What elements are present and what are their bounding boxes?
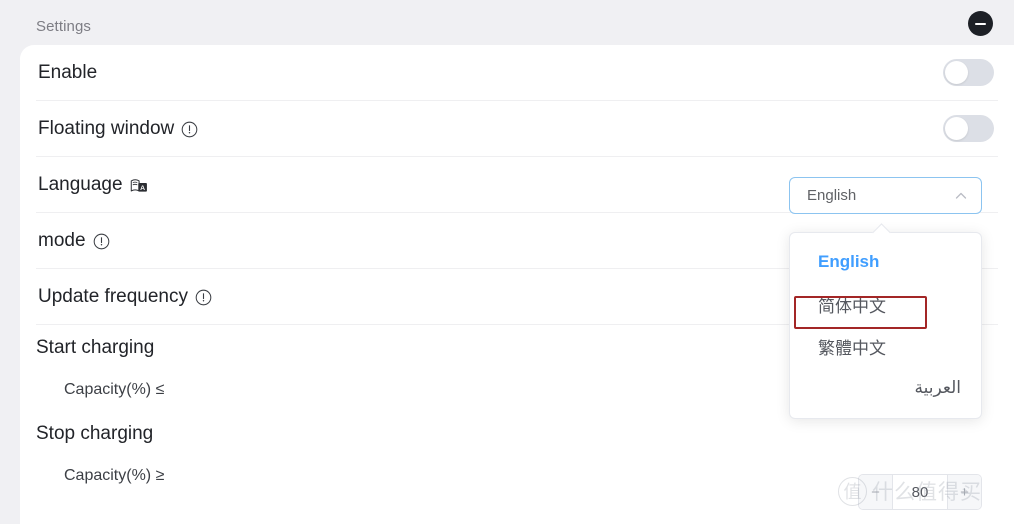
- language-option-traditional-chinese[interactable]: 繁體中文: [790, 325, 981, 367]
- chevron-up-icon: [954, 189, 968, 203]
- language-option-label: 简体中文: [818, 296, 886, 316]
- language-label-text: Language: [38, 174, 123, 195]
- window-title: Settings: [36, 18, 91, 35]
- svg-text:A: A: [140, 184, 145, 191]
- setting-row-enable: Enable: [36, 45, 998, 101]
- language-option-label: العربية: [914, 378, 961, 397]
- minus-icon: [975, 22, 986, 25]
- setting-row-floating-window: Floating window: [36, 101, 998, 157]
- window-titlebar: Settings: [0, 0, 1014, 45]
- enable-label-text: Enable: [38, 62, 98, 83]
- language-option-simplified-chinese[interactable]: 简体中文: [790, 283, 981, 325]
- warning-icon[interactable]: [93, 233, 110, 250]
- setting-label-mode: mode: [38, 231, 110, 250]
- start-charging-title: Start charging: [36, 336, 155, 358]
- language-select[interactable]: English: [789, 177, 982, 214]
- stepper-increment-button[interactable]: +: [947, 475, 981, 509]
- enable-toggle[interactable]: [943, 59, 994, 86]
- toggle-knob: [945, 61, 968, 84]
- setting-label-floating-window: Floating window: [38, 119, 198, 138]
- setting-label-enable: Enable: [38, 63, 97, 82]
- language-select-value: English: [807, 187, 857, 204]
- start-capacity-label: Capacity(%) ≤: [64, 381, 165, 398]
- mode-label-text: mode: [38, 230, 86, 251]
- language-option-label: English: [818, 252, 880, 271]
- floating-window-toggle[interactable]: [943, 115, 994, 142]
- language-option-arabic[interactable]: العربية: [790, 367, 981, 409]
- language-dropdown: English 简体中文 繁體中文 العربية: [789, 232, 982, 419]
- toggle-knob: [945, 117, 968, 140]
- setting-label-language: Language A: [38, 175, 148, 194]
- stop-charging-title: Stop charging: [36, 422, 154, 444]
- minimize-button[interactable]: [968, 11, 993, 36]
- stepper-decrement-button[interactable]: −: [859, 475, 893, 509]
- language-option-english[interactable]: English: [790, 241, 981, 283]
- translate-icon: A: [130, 178, 148, 196]
- update-frequency-label-text: Update frequency: [38, 286, 188, 307]
- stop-capacity-stepper[interactable]: − 80 +: [858, 474, 982, 510]
- stop-capacity-label: Capacity(%) ≥: [64, 467, 165, 484]
- settings-window: Settings Enable Floating window Language…: [0, 0, 1014, 524]
- warning-icon[interactable]: [195, 289, 212, 306]
- setting-label-update-frequency: Update frequency: [38, 287, 212, 306]
- sub-row-stop-capacity: Capacity(%) ≥: [36, 455, 998, 497]
- warning-icon[interactable]: [181, 121, 198, 138]
- floating-window-label-text: Floating window: [38, 118, 175, 139]
- stepper-value-input[interactable]: 80: [893, 475, 947, 509]
- language-option-label: 繁體中文: [818, 338, 886, 358]
